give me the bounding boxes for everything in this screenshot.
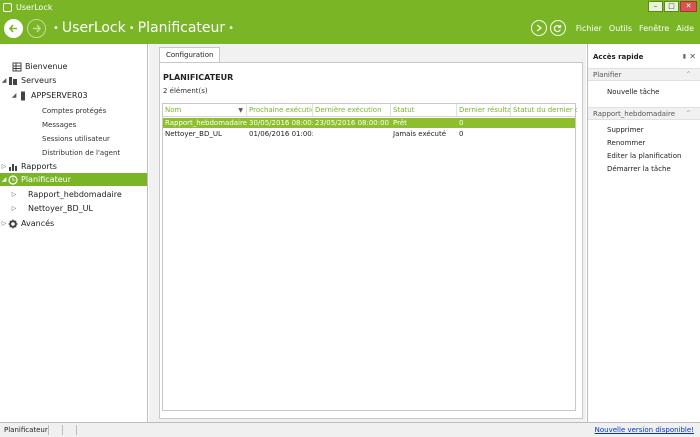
- menu-aide[interactable]: Aide: [676, 24, 694, 33]
- app-header: • UserLock • Planificateur • Fichier Out…: [0, 14, 700, 44]
- server-icon: [18, 91, 28, 101]
- app-icon: [3, 2, 12, 12]
- home-grid-icon: [12, 62, 22, 72]
- maximize-button[interactable]: □: [664, 1, 679, 12]
- column-header-last-result[interactable]: Dernier résultat: [457, 104, 511, 116]
- breadcrumb-dropdown-icon[interactable]: •: [228, 23, 234, 34]
- tree-item-servers[interactable]: ◢ Serveurs: [0, 74, 57, 87]
- page-title: PLANIFICATEUR: [163, 73, 234, 82]
- tree-item-user-sessions[interactable]: Sessions utilisateur: [42, 132, 110, 145]
- tree-item-protected-accounts[interactable]: Comptes protégés: [42, 104, 106, 117]
- menu-fenetre[interactable]: Fenêtre: [639, 24, 669, 33]
- bar-chart-icon: [8, 162, 18, 172]
- tree-item-appserver03[interactable]: ◢ APPSERVER03: [10, 89, 88, 102]
- window-controls: – □ ✕: [648, 1, 697, 12]
- status-text: Planificateur: [4, 426, 48, 434]
- collapsed-arrow-icon[interactable]: ▷: [0, 220, 8, 227]
- header-actions: Fichier Outils Fenêtre Aide: [530, 20, 694, 36]
- table-row[interactable]: Nettoyer_BD_UL 01/06/2016 01:00:00 Jamai…: [163, 129, 575, 139]
- tree-item-advanced[interactable]: ▷ Avancés: [0, 217, 54, 230]
- table-header: Nom ▼ Prochaine exécution Dernière exécu…: [163, 104, 577, 117]
- action-new-task[interactable]: Nouvelle tâche: [607, 88, 659, 96]
- collapsed-arrow-icon[interactable]: ▷: [10, 191, 18, 198]
- section-rapport-hebdomadaire[interactable]: Rapport_hebdomadaire ^: [588, 107, 700, 120]
- item-count: 2 élément(s): [163, 87, 208, 95]
- gear-icon: [8, 219, 18, 229]
- forward-button[interactable]: [27, 19, 46, 38]
- column-header-status[interactable]: Statut: [391, 104, 457, 116]
- sort-desc-icon: ▼: [238, 107, 243, 114]
- action-edit-schedule[interactable]: Editer la planification: [607, 152, 681, 160]
- scheduler-panel: PLANIFICATEUR 2 élément(s) Nom ▼ Prochai…: [159, 62, 583, 419]
- collapsed-arrow-icon[interactable]: ▷: [10, 205, 18, 212]
- column-header-last-status[interactable]: Statut du dernier d...: [511, 104, 577, 116]
- status-bar: Planificateur Nouvelle version disponibl…: [0, 422, 700, 437]
- quick-access-panel: Accès rapide ▮ ✕ Planifier ^ Nouvelle tâ…: [587, 44, 700, 422]
- table-row[interactable]: Rapport_hebdomadaire 30/05/2016 08:00:00…: [163, 118, 575, 128]
- close-icon[interactable]: ✕: [689, 52, 696, 61]
- window-title: UserLock: [16, 2, 53, 12]
- execute-button[interactable]: [530, 20, 547, 36]
- servers-icon: [8, 76, 18, 86]
- tree-item-task-clean-db[interactable]: ▷ Nettoyer_BD_UL: [10, 202, 93, 215]
- tab-configuration[interactable]: Configuration: [159, 47, 221, 62]
- menu-fichier[interactable]: Fichier: [576, 24, 602, 33]
- forward-arrow-icon: [33, 24, 42, 33]
- tree-item-welcome[interactable]: Bienvenue: [4, 60, 67, 73]
- breadcrumb: • UserLock • Planificateur •: [50, 20, 237, 36]
- breadcrumb-item-scheduler[interactable]: Planificateur: [138, 20, 226, 36]
- refresh-button[interactable]: [549, 20, 566, 36]
- expanded-arrow-icon[interactable]: ◢: [0, 176, 8, 183]
- close-button[interactable]: ✕: [680, 1, 697, 12]
- menu-outils[interactable]: Outils: [609, 24, 632, 33]
- pin-icon[interactable]: ▮: [683, 53, 686, 60]
- back-arrow-icon: [8, 24, 17, 33]
- column-header-next-run[interactable]: Prochaine exécution: [247, 104, 313, 116]
- section-planifier[interactable]: Planifier ^: [588, 68, 700, 81]
- action-delete[interactable]: Supprimer: [607, 126, 644, 134]
- tasks-table: Nom ▼ Prochaine exécution Dernière exécu…: [162, 103, 577, 411]
- tree-item-agent-distribution[interactable]: Distribution de l'agent: [42, 146, 120, 159]
- status-divider: [62, 425, 63, 435]
- clock-icon: [8, 174, 18, 185]
- refresh-icon: [554, 24, 562, 32]
- status-divider: [76, 425, 77, 435]
- expanded-arrow-icon[interactable]: ◢: [10, 92, 18, 99]
- breadcrumb-dot-icon: •: [128, 22, 135, 34]
- action-rename[interactable]: Renommer: [607, 139, 645, 147]
- chevron-up-icon: ^: [685, 110, 691, 117]
- status-divider: [48, 425, 49, 435]
- tree-item-task-weekly-report[interactable]: ▷ Rapport_hebdomadaire: [10, 188, 122, 201]
- action-start-task[interactable]: Démarrer la tâche: [607, 165, 671, 173]
- quick-access-title: Accès rapide: [593, 53, 644, 61]
- expanded-arrow-icon[interactable]: ◢: [0, 77, 8, 84]
- new-version-link[interactable]: Nouvelle version disponible!: [595, 426, 694, 434]
- title-bar: UserLock – □ ✕: [0, 0, 700, 14]
- back-button[interactable]: [4, 19, 23, 38]
- breadcrumb-dot-icon: •: [53, 22, 59, 34]
- column-header-name[interactable]: Nom ▼: [163, 104, 247, 116]
- tree-item-messages[interactable]: Messages: [42, 118, 76, 131]
- chevron-right-icon: [536, 24, 542, 32]
- main-content: Configuration PLANIFICATEUR 2 élément(s)…: [149, 44, 586, 422]
- tree-item-reports[interactable]: ▷ Rapports: [0, 160, 57, 173]
- minimize-button[interactable]: –: [648, 1, 663, 12]
- navigation-tree: Bienvenue ◢ Serveurs ◢ APPSERVER03 Compt…: [0, 44, 148, 422]
- column-header-last-run[interactable]: Dernière exécution: [313, 104, 391, 116]
- chevron-up-icon: ^: [685, 71, 691, 78]
- tree-item-scheduler[interactable]: ◢ Planificateur: [0, 173, 147, 186]
- collapsed-arrow-icon[interactable]: ▷: [0, 163, 8, 170]
- breadcrumb-item-userlock[interactable]: UserLock: [62, 20, 126, 36]
